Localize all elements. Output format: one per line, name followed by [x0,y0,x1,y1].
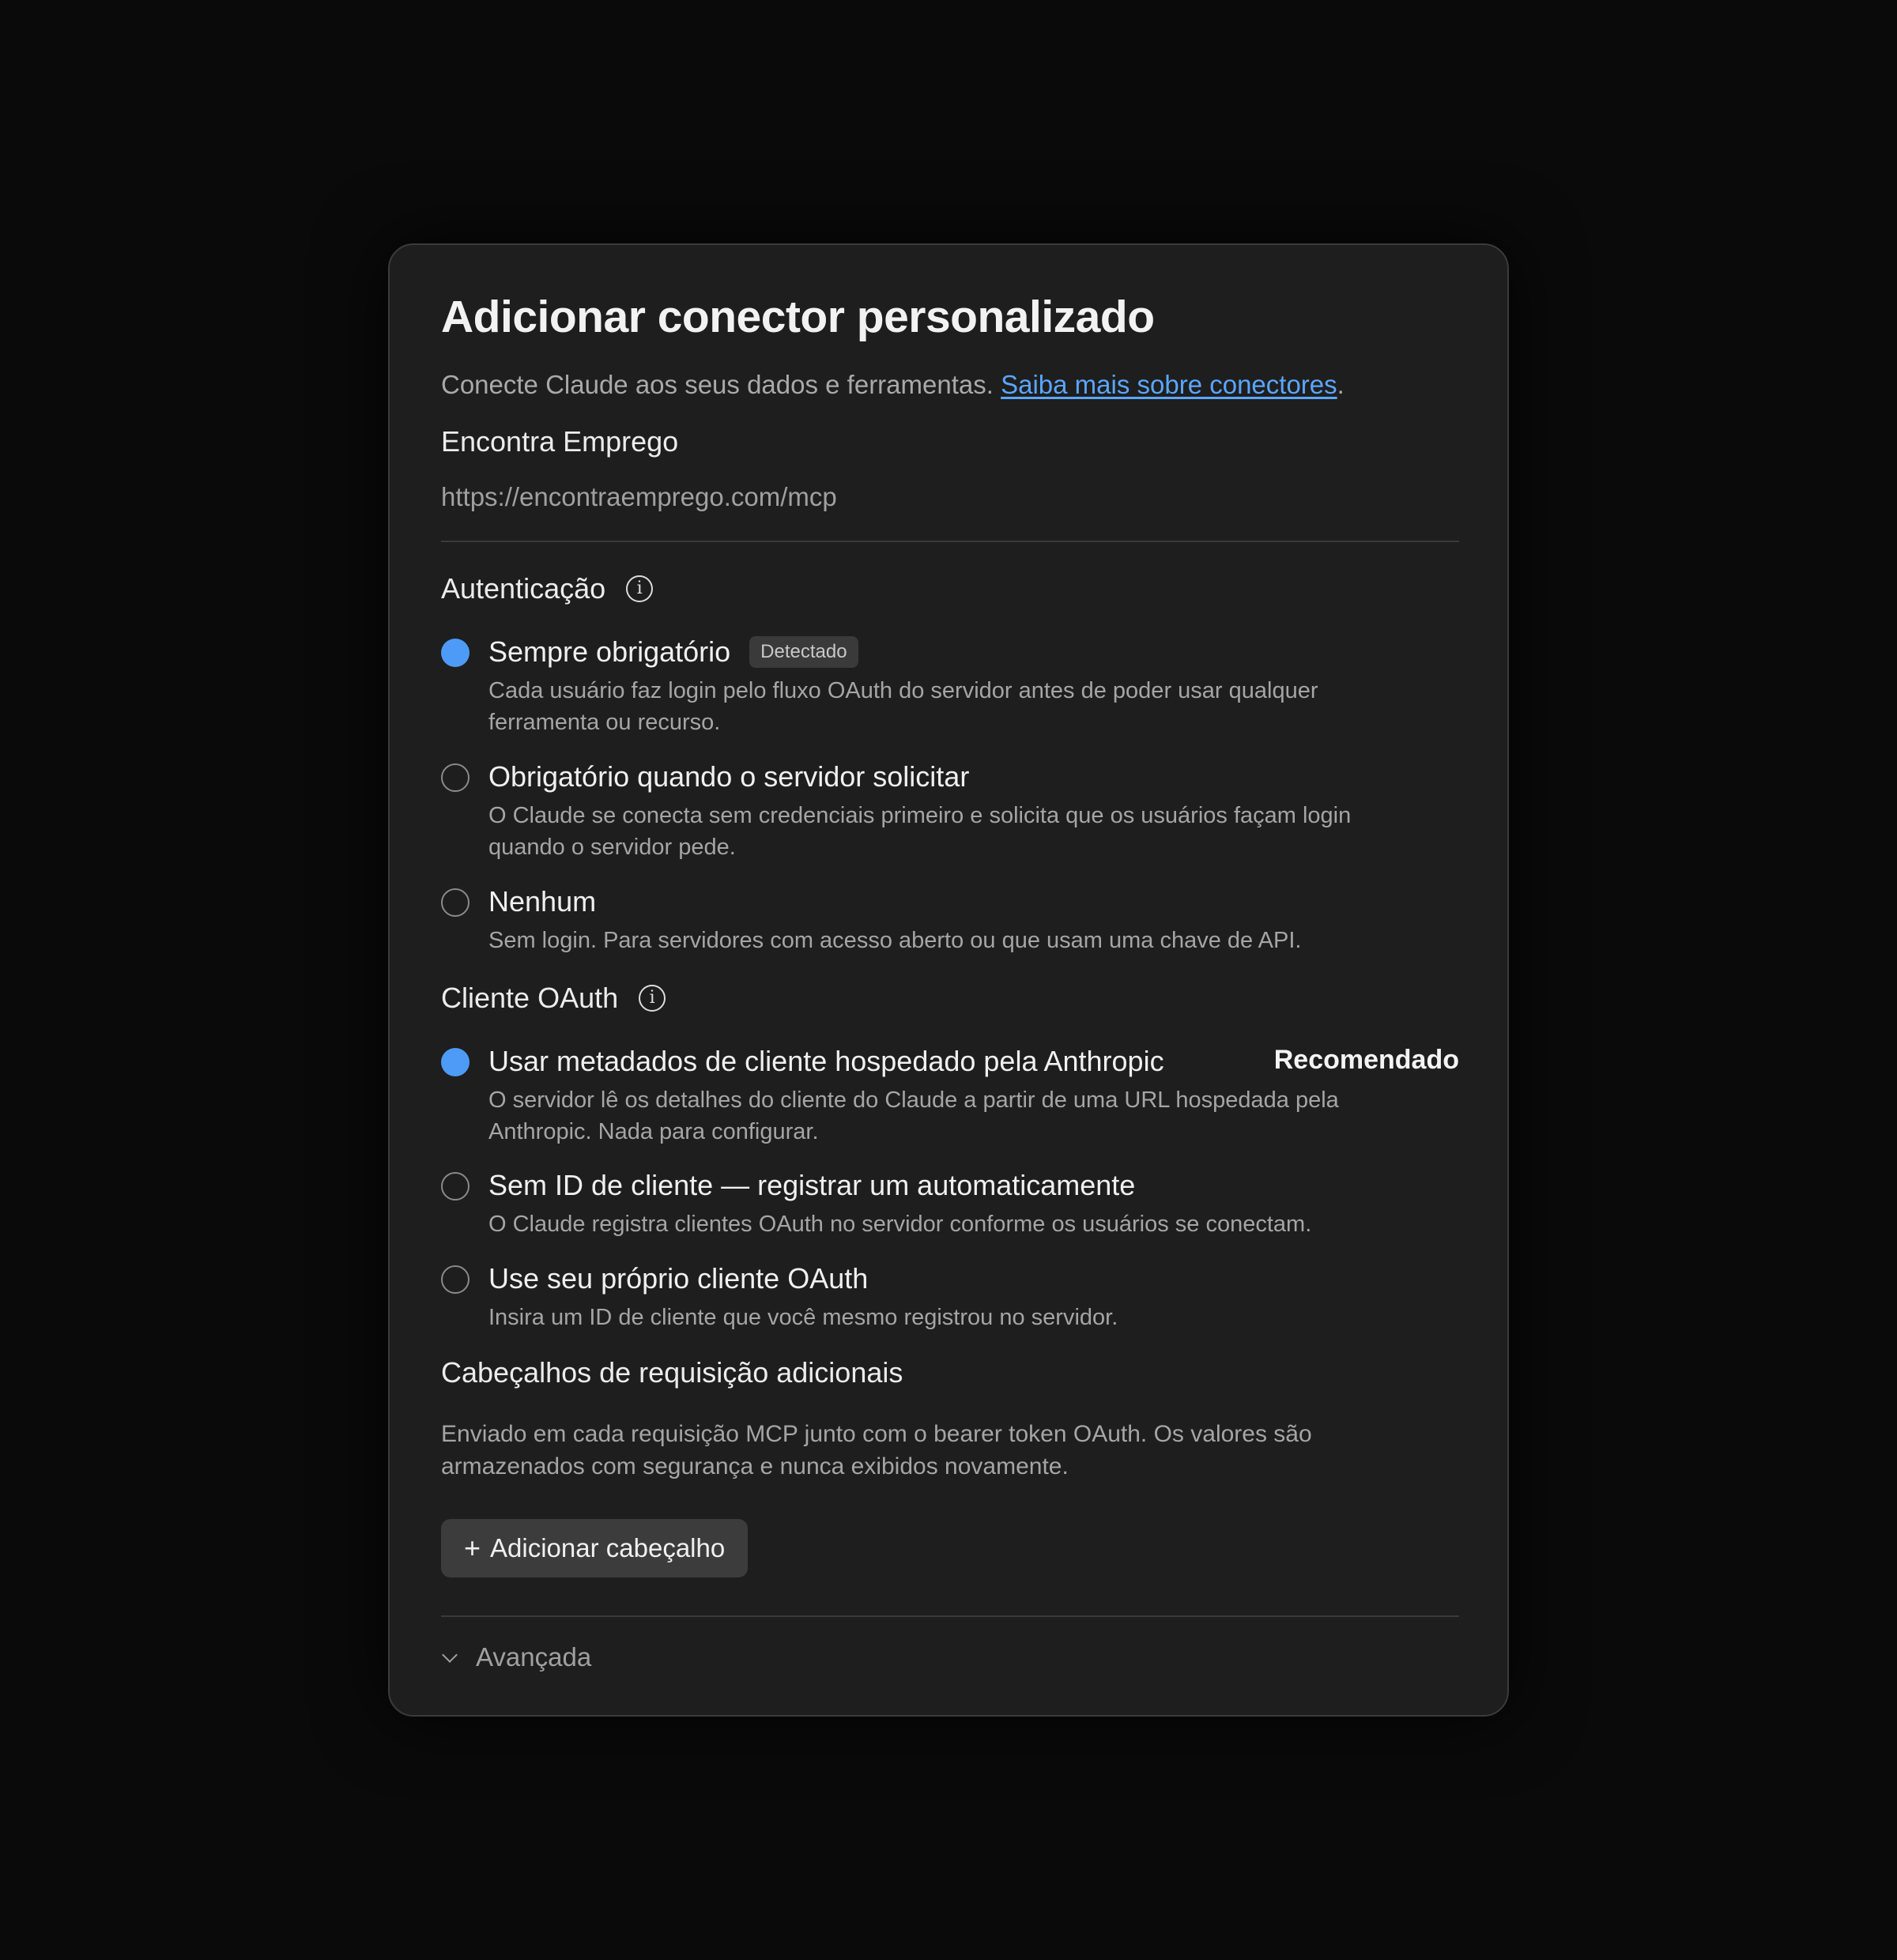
radio-button[interactable] [441,888,470,917]
oauth-client-section-title: Cliente OAuth i [441,982,666,1015]
recommended-tag: Recomendado [1273,1045,1459,1075]
option-label: Use seu próprio cliente OAuth [488,1262,869,1295]
option-label: Usar metadados de cliente hospedado pela… [488,1045,1164,1077]
option-label: Sem ID de cliente — registrar um automat… [488,1169,1136,1201]
advanced-label: Avançada [476,1642,592,1672]
connector-url-input[interactable] [441,482,1459,512]
info-icon[interactable]: i [639,985,666,1012]
option-description: O Claude se conecta sem credenciais prim… [488,803,1352,860]
oauth-title-text: Cliente OAuth [441,982,619,1014]
chevron-down-icon [442,1647,458,1663]
option-description: Sem login. Para servidores com acesso ab… [488,928,1302,953]
radio-button[interactable] [441,1172,470,1200]
dialog-title: Adicionar conector personalizado [441,292,1155,342]
option-label: Nenhum [488,885,597,918]
dialog-subtitle: Conecte Claude aos seus dados e ferramen… [441,370,1344,400]
detected-badge: Detectado [749,636,858,668]
add-custom-connector-dialog: Adicionar conector personalizado Conecte… [388,243,1509,1717]
radio-button[interactable] [441,1265,470,1294]
option-description: Insira um ID de cliente que você mesmo r… [488,1305,1118,1330]
auth-section-title: Autenticação i [441,572,654,605]
option-description: O servidor lê os detalhes do cliente do … [488,1087,1339,1144]
headers-section-title: Cabeçalhos de requisição adicionais [441,1356,903,1389]
option-label: Obrigatório quando o servidor solicitar [488,760,970,793]
info-icon[interactable]: i [626,575,654,602]
add-header-label: Adicionar cabeçalho [490,1533,726,1562]
option-label-text: Sempre obrigatório [488,635,731,668]
plus-icon: + [464,1532,481,1564]
auth-title-text: Autenticação [441,572,606,605]
connector-name-input[interactable] [441,425,1459,458]
radio-button[interactable] [441,763,470,792]
advanced-divider [441,1615,1459,1617]
option-description: O Claude registra clientes OAuth no serv… [488,1212,1312,1237]
option-label: Sempre obrigatório Detectado [488,635,858,669]
radio-button-selected[interactable] [441,639,470,667]
learn-more-link[interactable]: Saiba mais sobre conectores [1001,370,1337,399]
radio-button-selected[interactable] [441,1048,470,1076]
headers-description: Enviado em cada requisição MCP junto com… [441,1421,1312,1479]
subtitle-text: Conecte Claude aos seus dados e ferramen… [441,370,994,399]
option-description: Cada usuário faz login pelo fluxo OAuth … [488,678,1318,735]
subtitle-period: . [1337,370,1344,399]
url-divider [441,541,1459,542]
add-header-button[interactable]: + Adicionar cabeçalho [441,1519,749,1577]
advanced-toggle[interactable]: Avançada [441,1642,591,1672]
